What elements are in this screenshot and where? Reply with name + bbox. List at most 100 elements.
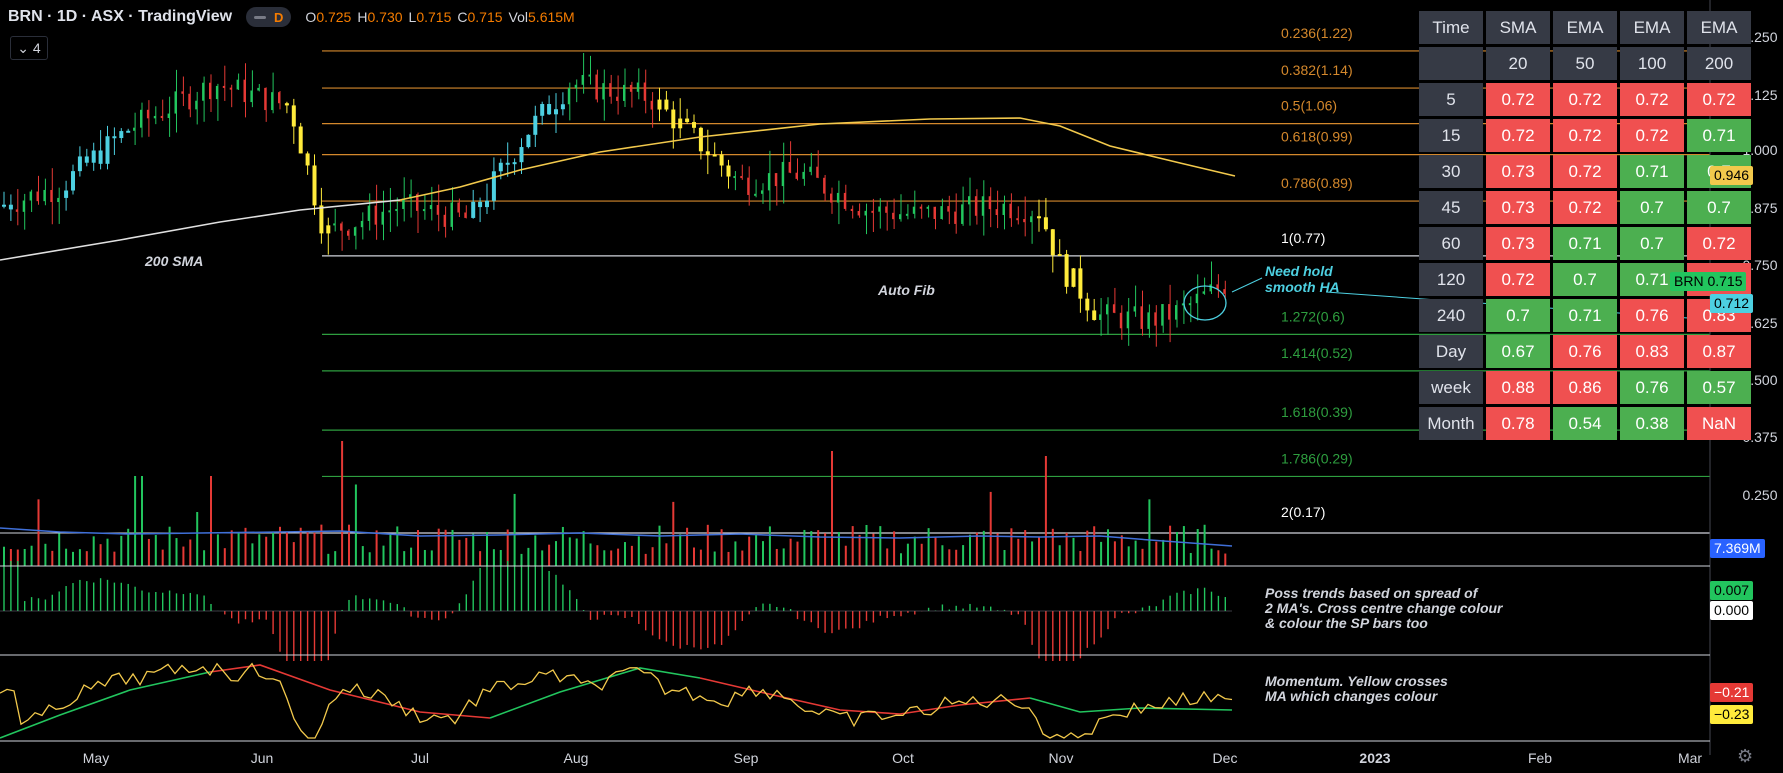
candle-body (836, 192, 839, 203)
time-tick-label: Oct (892, 750, 914, 766)
volume-bar (679, 534, 682, 566)
ma-table-cell: 0.76 (1620, 299, 1684, 332)
volume-bar (1182, 526, 1185, 566)
ma-table-timeframe: 240 (1419, 299, 1483, 332)
ma-table-row: 45 0.73 0.72 0.7 0.7 (1419, 191, 1751, 224)
ohlc-low: L0.715 (408, 9, 452, 25)
volume-bar (1072, 537, 1075, 566)
volume-bar (306, 532, 309, 566)
interval-toggle[interactable]: D (246, 7, 292, 27)
candle-body (367, 205, 370, 221)
volume-bar (844, 545, 847, 566)
candle-body (533, 115, 538, 135)
volume-bar (824, 533, 827, 566)
ma-table-timeframe: 120 (1419, 263, 1483, 296)
candle-body (181, 91, 184, 94)
candle-body (1161, 304, 1164, 326)
volume-bar (817, 530, 820, 566)
candle-body (947, 206, 950, 212)
candle-body (926, 206, 929, 209)
candle-body (471, 201, 476, 218)
candle-body (2, 204, 6, 207)
candle-body (540, 104, 545, 116)
ma-table-row: Time SMA EMA EMA EMA (1419, 11, 1751, 44)
ma-table-header: Time (1419, 11, 1483, 44)
volume-bar (430, 550, 433, 566)
symbol-title[interactable]: BRN · 1D · ASX · TradingView (8, 8, 232, 26)
auto-fib-label: Auto Fib (877, 282, 935, 298)
candle-body (1092, 310, 1097, 320)
indicator-collapse-button[interactable]: ⌄ 4 (10, 36, 48, 60)
sma200-label: 200 SMA (144, 253, 203, 269)
volume-bar (555, 541, 557, 566)
candle-body (22, 200, 25, 212)
volume-bar (265, 536, 268, 566)
candle-body (830, 193, 832, 203)
candle-body (340, 223, 343, 231)
volume-bar (568, 537, 571, 566)
candle-body (816, 166, 819, 178)
volume-bar (403, 551, 406, 566)
volume-bar (285, 532, 288, 566)
candle-body (485, 200, 489, 208)
volume-bar (1141, 548, 1144, 566)
candle-body (940, 206, 943, 219)
ohlc-open: O0.725 (305, 9, 352, 25)
volume-bar (120, 535, 123, 566)
ma-table-period: 20 (1486, 47, 1550, 80)
volume-pane (0, 441, 1233, 566)
candle-body (961, 204, 964, 224)
time-tick-label: Feb (1528, 750, 1552, 766)
volume-bar (900, 553, 902, 566)
ma-table-cell: 0.38 (1620, 407, 1684, 440)
ma-table-cell: 0.72 (1687, 227, 1751, 260)
ma-table-cell: 0.71 (1620, 155, 1684, 188)
candle-body (643, 82, 646, 101)
candle-body (1112, 304, 1115, 313)
spread-tag: 0.007 (1710, 581, 1754, 600)
price-tag: 0.712 (1710, 293, 1754, 313)
chart-header: BRN · 1D · ASX · TradingView D O0.725 H0… (8, 6, 581, 28)
candle-body (347, 230, 349, 236)
settings-gear-icon[interactable]: ⚙ (1737, 746, 1753, 767)
volume-bar (1024, 530, 1027, 566)
candle-body (291, 105, 296, 127)
candle-body (146, 109, 149, 119)
ma-table-row: 240 0.7 0.71 0.76 0.83 (1419, 299, 1751, 332)
candle-body (381, 211, 384, 225)
volume-bar (154, 535, 157, 566)
candle-body (478, 201, 483, 208)
volume-bar (368, 552, 371, 566)
volume-bar (879, 526, 882, 566)
ma-table-cell: 0.87 (1687, 335, 1751, 368)
volume-bar (1162, 539, 1165, 566)
candle-body (733, 176, 736, 179)
candle-body (636, 82, 639, 92)
candle-body (1126, 311, 1129, 329)
candle-body (105, 136, 110, 164)
candle-body (595, 74, 598, 100)
volume-bar (423, 549, 426, 566)
volume-bar (534, 535, 537, 566)
candle-body (464, 212, 467, 218)
ma-table-cell: 0.72 (1553, 191, 1617, 224)
candle-body (671, 109, 676, 129)
candle-body (850, 208, 853, 212)
candle-body (802, 171, 805, 179)
candle-body (1188, 303, 1191, 306)
candle-body (788, 161, 791, 173)
volume-bar (734, 541, 737, 566)
volume-bar (99, 544, 102, 566)
candle-body (712, 154, 717, 157)
volume-bar (1100, 541, 1103, 566)
volume-bar (161, 549, 164, 566)
volume-bar (72, 551, 74, 566)
ma-table-cell: 0.72 (1486, 83, 1550, 116)
volume-bar (996, 533, 999, 566)
volume-bar (465, 537, 468, 566)
candle-body (767, 173, 770, 191)
candle-body (650, 100, 653, 110)
candle-body (1064, 254, 1069, 287)
volume-bar (941, 545, 944, 566)
candle-body (264, 87, 267, 111)
